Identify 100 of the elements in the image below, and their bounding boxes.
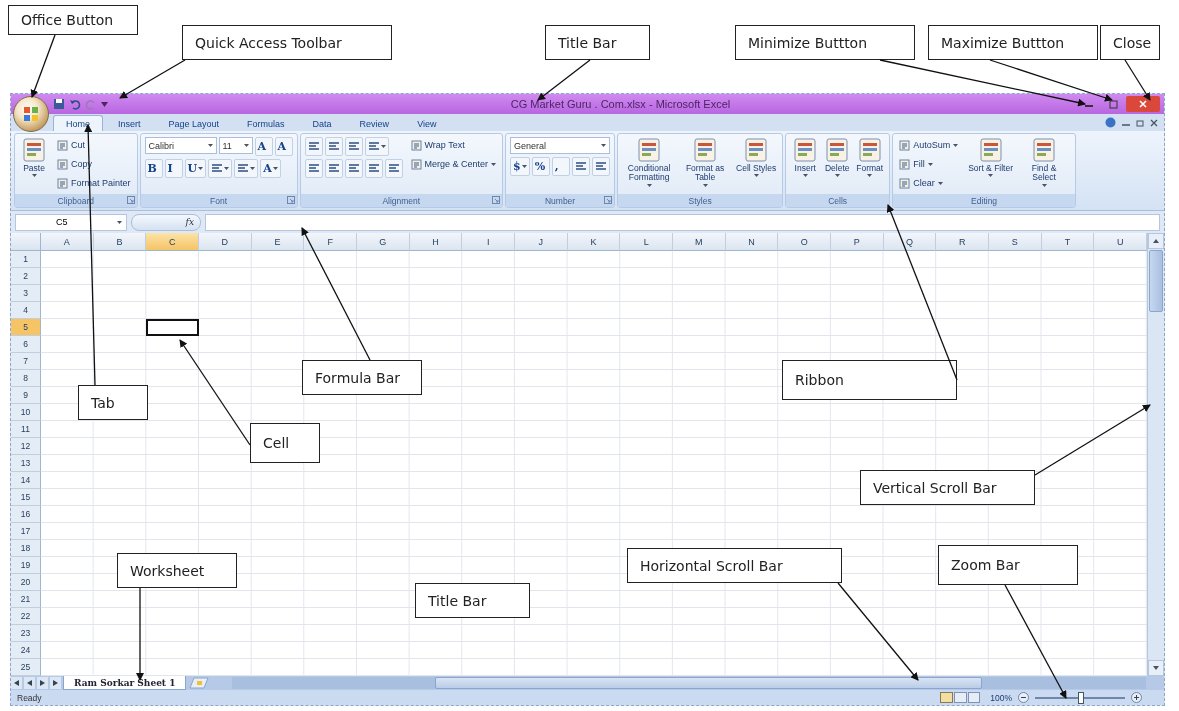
ribbon-button[interactable]: Fill xyxy=(897,156,935,172)
row-header[interactable]: 13 xyxy=(11,455,41,472)
ribbon-tab[interactable]: Data xyxy=(299,115,345,131)
ribbon-button[interactable]: Delete xyxy=(822,137,853,178)
help-icon[interactable] xyxy=(1105,117,1116,128)
row-header[interactable]: 2 xyxy=(11,268,41,285)
column-header[interactable]: E xyxy=(251,233,305,251)
restore-icon[interactable] xyxy=(1136,118,1144,127)
ribbon-tab[interactable]: Review xyxy=(346,115,403,131)
ribbon-button[interactable]: Sort & Filter xyxy=(966,137,1016,178)
scroll-thumb[interactable] xyxy=(1149,250,1163,312)
column-header[interactable]: L xyxy=(620,233,673,251)
sheet-nav-button[interactable] xyxy=(11,677,22,689)
column-header[interactable]: D xyxy=(199,233,252,251)
tool-button[interactable] xyxy=(344,159,363,178)
row-header[interactable]: 3 xyxy=(11,285,41,302)
tool-button[interactable]: A xyxy=(274,137,293,156)
ribbon-tab[interactable]: Home xyxy=(53,115,103,131)
zoom-level[interactable]: 100% xyxy=(990,692,1012,703)
row-header[interactable]: 10 xyxy=(11,404,41,421)
column-header[interactable]: T xyxy=(1041,233,1095,251)
column-header[interactable]: I xyxy=(462,233,515,251)
row-header[interactable]: 20 xyxy=(11,574,41,591)
dialog-launcher-icon[interactable] xyxy=(492,196,501,204)
row-header[interactable]: 4 xyxy=(11,302,41,319)
name-box[interactable]: C5 xyxy=(15,213,127,231)
ribbon-button[interactable]: Paste xyxy=(19,137,49,178)
cell-cursor[interactable] xyxy=(146,319,199,336)
sheet-nav-button[interactable] xyxy=(50,677,61,689)
zoom-out-icon[interactable] xyxy=(1018,692,1029,703)
ribbon-button[interactable]: Clear xyxy=(897,175,945,191)
tool-button[interactable] xyxy=(364,137,389,156)
ribbon-button[interactable]: Format as Table xyxy=(678,137,733,187)
dropdown-field[interactable]: 11 xyxy=(218,137,253,154)
up-arrow-icon[interactable] xyxy=(1153,239,1159,243)
insert-function-button[interactable]: fx xyxy=(131,213,201,231)
tool-button[interactable] xyxy=(304,137,323,156)
ribbon-button[interactable]: Format xyxy=(854,137,886,178)
tool-button[interactable]: A xyxy=(254,137,273,156)
tool-button[interactable]: , xyxy=(551,157,570,176)
column-header[interactable]: G xyxy=(357,233,410,251)
sheet-nav-button[interactable] xyxy=(37,677,48,689)
row-header[interactable]: 21 xyxy=(11,591,41,608)
sheet-nav-button[interactable] xyxy=(24,677,35,689)
row-header[interactable]: 9 xyxy=(11,387,41,404)
tool-button[interactable] xyxy=(384,159,403,178)
dialog-launcher-icon[interactable] xyxy=(126,196,135,204)
column-header[interactable]: N xyxy=(725,233,779,251)
vertical-scroll-bar[interactable] xyxy=(1147,233,1164,676)
dialog-launcher-icon[interactable] xyxy=(604,196,613,204)
row-header[interactable]: 25 xyxy=(11,659,41,676)
ribbon-button[interactable]: Merge & Center xyxy=(408,156,499,172)
row-header[interactable]: 7 xyxy=(11,353,41,370)
row-header[interactable]: 6 xyxy=(11,336,41,353)
dialog-launcher-icon[interactable] xyxy=(286,196,295,204)
tool-button[interactable]: % xyxy=(531,157,550,176)
ribbon-button[interactable]: Conditional Formatting xyxy=(622,137,677,187)
dropdown-field[interactable]: Calibri xyxy=(144,137,217,154)
close-icon[interactable] xyxy=(1150,118,1158,127)
row-header[interactable]: 24 xyxy=(11,642,41,659)
column-header[interactable]: B xyxy=(93,233,147,251)
ribbon-button[interactable]: Cut xyxy=(55,137,87,153)
ribbon-tab[interactable]: Formulas xyxy=(234,115,298,131)
column-header[interactable]: U xyxy=(1094,233,1147,251)
row-header[interactable]: 8 xyxy=(11,370,41,387)
ribbon-button[interactable]: Cell Styles xyxy=(734,137,779,178)
undo-icon[interactable] xyxy=(69,98,81,110)
tool-button[interactable] xyxy=(324,159,343,178)
column-header[interactable]: C xyxy=(146,233,199,251)
down-arrow-icon[interactable] xyxy=(1153,666,1159,670)
row-header[interactable]: 1 xyxy=(11,251,41,268)
column-header[interactable]: S xyxy=(989,233,1042,251)
close-button[interactable] xyxy=(1126,96,1160,112)
column-header[interactable]: P xyxy=(831,233,884,251)
row-header[interactable]: 12 xyxy=(11,438,41,455)
zoom-in-icon[interactable] xyxy=(1131,692,1142,703)
column-header[interactable]: O xyxy=(778,233,831,251)
horizontal-scroll-bar[interactable] xyxy=(232,677,1146,689)
tool-button[interactable] xyxy=(304,159,323,178)
column-header[interactable]: A xyxy=(41,233,94,251)
column-header[interactable]: M xyxy=(673,233,726,251)
column-header[interactable]: J xyxy=(515,233,568,251)
ribbon-button[interactable]: Insert xyxy=(790,137,821,178)
scroll-thumb[interactable] xyxy=(434,677,983,689)
sheet-tab[interactable]: Ram Sorkar Sheet 1 xyxy=(63,676,187,690)
tool-button[interactable] xyxy=(234,159,259,178)
ribbon-button[interactable]: Wrap Text xyxy=(408,137,467,153)
tool-button[interactable]: B xyxy=(144,159,163,178)
column-header[interactable]: F xyxy=(304,233,357,251)
row-header[interactable]: 15 xyxy=(11,489,41,506)
ribbon-tab[interactable]: Page Layout xyxy=(155,115,233,131)
zoom-thumb[interactable] xyxy=(1078,691,1084,704)
ribbon-tab[interactable]: View xyxy=(404,115,450,131)
formula-field[interactable] xyxy=(205,213,1160,231)
ribbon-button[interactable]: AutoSum xyxy=(897,137,961,153)
tool-button[interactable]: U xyxy=(184,159,207,178)
tool-button[interactable] xyxy=(571,157,590,176)
row-header[interactable]: 11 xyxy=(11,421,41,438)
tool-button[interactable] xyxy=(364,159,383,178)
column-header[interactable]: Q xyxy=(883,233,937,251)
